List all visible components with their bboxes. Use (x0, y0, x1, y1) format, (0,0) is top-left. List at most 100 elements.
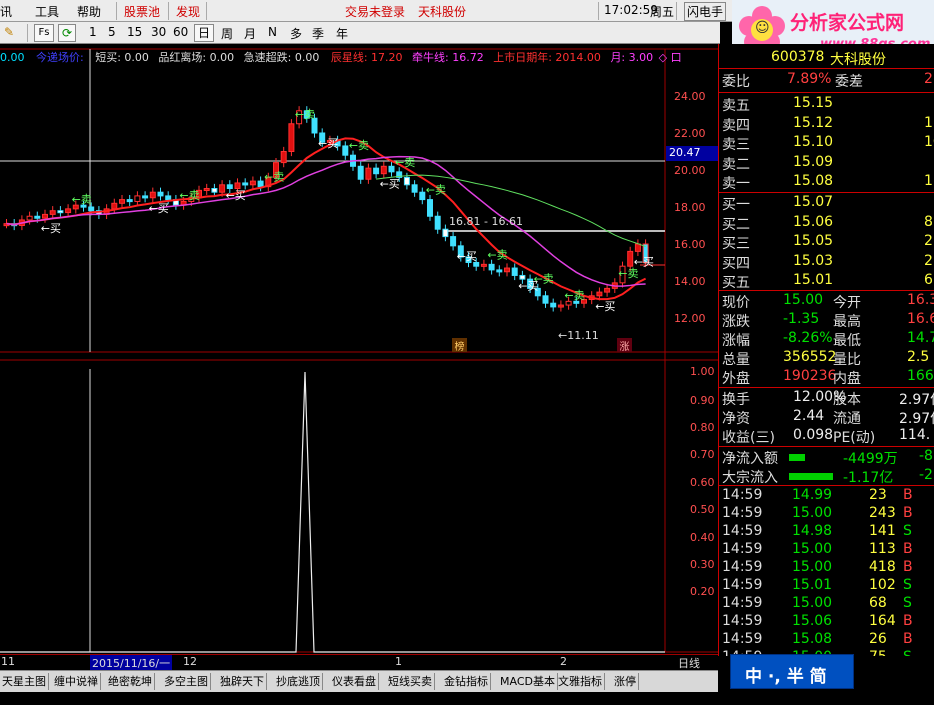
stat-label: 内盘 (833, 371, 861, 387)
refresh-icon[interactable]: ⟳ (58, 24, 76, 42)
candle-body (280, 151, 287, 164)
menu-item-stock-pool[interactable]: 股票池 (124, 3, 160, 20)
tab-indicator[interactable]: 缠中说禅 (52, 673, 101, 690)
tick-time: 14:59 (722, 523, 763, 539)
period-5min[interactable]: 5 (108, 25, 116, 39)
tab-indicator[interactable]: 独辟天下 (218, 673, 267, 690)
tab-indicator[interactable]: 天星主图 (0, 673, 49, 690)
stat-label: 股本 (833, 392, 861, 408)
tab-indicator[interactable]: 仪表看盘 (330, 673, 379, 690)
tab-indicator[interactable]: 短线买卖 (386, 673, 435, 690)
candle-body (49, 210, 56, 215)
tick-row: 14:59 15.01 102 S (719, 577, 934, 596)
stat-value: 190236 (783, 368, 837, 384)
tick-time: 14:59 (722, 487, 763, 503)
x-cursor-date: 2015/11/16/一 (90, 655, 173, 671)
kline-chart-area[interactable]: ←卖 ←卖 ←卖 ←卖 ←卖 ←卖 ←卖 ←卖 ←卖 ←卖 ←卖 ←买 ←买 ←买 ←买 ←买 ←买 ←买 ←买 ←买… (0, 44, 718, 654)
menu-item-discover[interactable]: 发现 (176, 3, 200, 20)
menu-item-tools[interactable]: 工具 (35, 3, 59, 20)
ask-price: 15.08 (793, 173, 834, 189)
sell-signal-label: ←卖 (395, 156, 415, 169)
sub-y-tick: 1.00 (690, 365, 715, 378)
stat-label: 净资 (722, 411, 750, 427)
period-60min[interactable]: 60 (173, 25, 188, 39)
pencil-icon[interactable]: ✎ (4, 25, 14, 39)
tick-time: 14:59 (722, 577, 763, 593)
ask-volume: 10 (924, 134, 934, 150)
stat-value: 16.3 (907, 292, 934, 308)
ask-price: 15.10 (793, 134, 834, 150)
tick-row: 14:59 15.00 68 S (719, 595, 934, 614)
candle-body (34, 215, 41, 219)
period-1min[interactable]: 1 (89, 25, 97, 39)
y-tick-label: 12.00 (674, 312, 706, 325)
bid-label: 买二 (722, 216, 750, 233)
period-multi[interactable]: 多 (290, 25, 302, 42)
stat-value: 2.5 (907, 349, 930, 365)
candle-body (634, 243, 641, 252)
stat-label: 涨跌 (722, 314, 750, 330)
candle-body (142, 195, 149, 199)
period-year[interactable]: 年 (336, 25, 348, 42)
period-15min[interactable]: 15 (127, 25, 142, 39)
ask-row: 卖三 15.10 10 (719, 134, 934, 153)
flash-trade-button[interactable]: 闪电手 (684, 2, 727, 21)
tab-indicator[interactable]: 涨停 (612, 673, 639, 690)
ask-label: 卖一 (722, 176, 750, 192)
fs-button[interactable]: Fs (34, 24, 54, 42)
candle-body (203, 188, 210, 191)
bid-price: 15.06 (793, 213, 834, 230)
period-n[interactable]: N (268, 25, 277, 39)
period-day[interactable]: 日 (194, 24, 214, 42)
tick-side: B (903, 559, 913, 575)
bid-price: 15.05 (793, 233, 834, 249)
candle-body (496, 269, 503, 273)
candle-body (427, 199, 433, 217)
tick-price: 15.00 (792, 595, 833, 611)
period-30min[interactable]: 30 (151, 25, 166, 39)
tick-row: 14:59 15.00 243 B (719, 505, 934, 524)
menu-item-xun[interactable]: 讯 (0, 3, 12, 20)
sub-y-tick: 0.90 (690, 394, 715, 407)
candle-body (411, 184, 418, 193)
ask-row: 卖二 15.09 (719, 154, 934, 173)
tick-row: 14:59 15.08 26 B (719, 631, 934, 650)
tick-price: 15.06 (792, 613, 833, 629)
period-month[interactable]: 月 (244, 25, 256, 42)
ask-volume: 1 (924, 114, 933, 131)
stat-value: 356552 (783, 349, 837, 365)
candle-body (257, 180, 264, 188)
tick-volume: 26 (869, 631, 887, 647)
candle-body (388, 165, 395, 173)
tab-indicator[interactable]: 绝密乾坤 (106, 673, 155, 690)
stat-label: PE(动) (833, 430, 876, 446)
logo-face-icon: ☺ (755, 20, 770, 36)
indicator-value: 0.00 (0, 51, 25, 64)
buy-signal-label: ←买 (380, 178, 400, 191)
logo-title: 分析家公式网 (790, 12, 905, 34)
candle-body (480, 263, 487, 267)
tab-indicator[interactable]: MACD基本 (498, 673, 558, 690)
stat-label: 外盘 (722, 371, 750, 387)
period-week[interactable]: 周 (221, 25, 233, 42)
ime-status-bar[interactable]: 中 ·, 半 简 (730, 654, 854, 689)
cursor-price-label: 20.47 (666, 146, 718, 161)
sell-signal-label: ←卖 (487, 248, 507, 261)
menu-item-help[interactable]: 帮助 (77, 3, 101, 20)
flow-label: 大宗流入 (722, 470, 778, 486)
ask-price: 15.12 (793, 114, 834, 131)
tab-indicator[interactable]: 多空主图 (162, 673, 211, 690)
flow-bar (789, 454, 805, 461)
trade-login-status[interactable]: 交易未登录 (345, 3, 405, 20)
candle-body (373, 167, 380, 175)
tab-indicator[interactable]: 文雅指标 (556, 673, 605, 690)
candle-body (211, 188, 218, 193)
period-quarter[interactable]: 季 (312, 25, 324, 42)
candle-body (149, 191, 156, 199)
sub-y-tick: 0.80 (690, 421, 715, 434)
tab-indicator[interactable]: 金钻指标 (442, 673, 491, 690)
ask-price: 15.15 (793, 95, 834, 111)
kline-chart-svg: ←卖 ←卖←卖←卖←卖←卖←卖←卖←卖←卖←卖←买←买←买←买←买←买←买←买←买 (0, 48, 718, 653)
x-tick-label: 1 (395, 655, 402, 668)
tab-indicator[interactable]: 抄底逃顶 (274, 673, 323, 690)
